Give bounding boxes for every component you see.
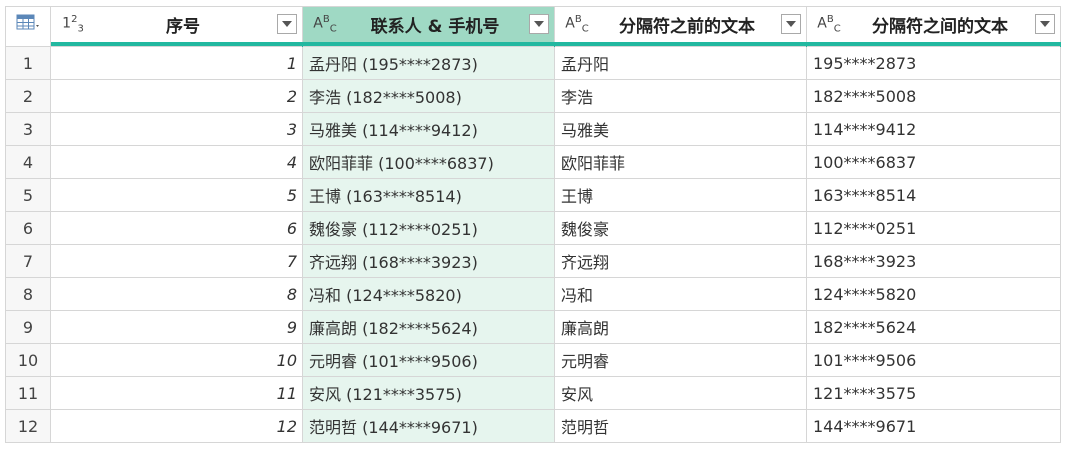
cell-contact[interactable]: 孟丹阳 (195****2873): [302, 46, 555, 80]
cell-between[interactable]: 112****0251: [806, 211, 1061, 245]
cell-between[interactable]: 121****3575: [806, 376, 1061, 410]
table-row[interactable]: 2 2 李浩 (182****5008) 李浩 182****5008: [5, 79, 1061, 113]
number-type-icon[interactable]: 123: [57, 14, 89, 34]
row-number[interactable]: 2: [5, 79, 51, 113]
cell-contact[interactable]: 王博 (163****8514): [302, 178, 555, 212]
cell-seq[interactable]: 5: [50, 178, 303, 212]
filter-dropdown-button[interactable]: [277, 14, 297, 35]
table-row[interactable]: 12 12 范明哲 (144****9671) 范明哲 144****9671: [5, 409, 1061, 443]
cell-contact[interactable]: 齐远翔 (168****3923): [302, 244, 555, 278]
cell-contact[interactable]: 冯和 (124****5820): [302, 277, 555, 311]
row-number[interactable]: 4: [5, 145, 51, 179]
cell-seq[interactable]: 7: [50, 244, 303, 278]
cell-between[interactable]: 168****3923: [806, 244, 1061, 278]
cell-between[interactable]: 100****6837: [806, 145, 1061, 179]
cell-between[interactable]: 182****5008: [806, 79, 1061, 113]
cell-before[interactable]: 孟丹阳: [554, 46, 807, 80]
cell-before[interactable]: 元明睿: [554, 343, 807, 377]
cell-seq[interactable]: 1: [50, 46, 303, 80]
row-number[interactable]: 9: [5, 310, 51, 344]
cell-before[interactable]: 齐远翔: [554, 244, 807, 278]
row-number[interactable]: 5: [5, 178, 51, 212]
cell-between[interactable]: 101****9506: [806, 343, 1061, 377]
cell-seq[interactable]: 3: [50, 112, 303, 146]
cell-before[interactable]: 马雅美: [554, 112, 807, 146]
table-row[interactable]: 11 11 安风 (121****3575) 安风 121****3575: [5, 376, 1061, 410]
cell-before[interactable]: 安风: [554, 376, 807, 410]
table-row[interactable]: 6 6 魏俊豪 (112****0251) 魏俊豪 112****0251: [5, 211, 1061, 245]
cell-between[interactable]: 124****5820: [806, 277, 1061, 311]
cell-contact[interactable]: 李浩 (182****5008): [302, 79, 555, 113]
cell-contact[interactable]: 廉高朗 (182****5624): [302, 310, 555, 344]
column-header-label: 分隔符之前的文本: [619, 16, 755, 37]
cell-before[interactable]: 欧阳菲菲: [554, 145, 807, 179]
cell-between[interactable]: 114****9412: [806, 112, 1061, 146]
table-menu-button[interactable]: [5, 6, 51, 42]
table-row[interactable]: 10 10 元明睿 (101****9506) 元明睿 101****9506: [5, 343, 1061, 377]
table-row[interactable]: 9 9 廉高朗 (182****5624) 廉高朗 182****5624: [5, 310, 1061, 344]
table-row[interactable]: 4 4 欧阳菲菲 (100****6837) 欧阳菲菲 100****6837: [5, 145, 1061, 179]
filter-dropdown-button[interactable]: [529, 14, 549, 35]
column-header-label: 分隔符之间的文本: [872, 16, 1008, 37]
cell-contact[interactable]: 范明哲 (144****9671): [302, 409, 555, 443]
cell-before[interactable]: 廉高朗: [554, 310, 807, 344]
row-number[interactable]: 3: [5, 112, 51, 146]
row-number[interactable]: 10: [5, 343, 51, 377]
table-row[interactable]: 3 3 马雅美 (114****9412) 马雅美 114****9412: [5, 112, 1061, 146]
table-row[interactable]: 7 7 齐远翔 (168****3923) 齐远翔 168****3923: [5, 244, 1061, 278]
cell-contact[interactable]: 元明睿 (101****9506): [302, 343, 555, 377]
cell-contact[interactable]: 安风 (121****3575): [302, 376, 555, 410]
table-row[interactable]: 8 8 冯和 (124****5820) 冯和 124****5820: [5, 277, 1061, 311]
filter-dropdown-button[interactable]: [1035, 14, 1055, 35]
cell-before[interactable]: 魏俊豪: [554, 211, 807, 245]
cell-before[interactable]: 王博: [554, 178, 807, 212]
cell-seq[interactable]: 4: [50, 145, 303, 179]
cell-seq[interactable]: 2: [50, 79, 303, 113]
cell-between[interactable]: 144****9671: [806, 409, 1061, 443]
column-header-seq[interactable]: 123 序号: [50, 6, 303, 42]
row-number[interactable]: 1: [5, 46, 51, 80]
cell-before[interactable]: 范明哲: [554, 409, 807, 443]
cell-before[interactable]: 李浩: [554, 79, 807, 113]
cell-seq[interactable]: 9: [50, 310, 303, 344]
text-type-icon[interactable]: ABC: [309, 14, 341, 34]
text-type-icon[interactable]: ABC: [561, 14, 593, 34]
row-number[interactable]: 12: [5, 409, 51, 443]
column-header-contact[interactable]: ABC 联系人 & 手机号: [302, 6, 555, 42]
cell-between[interactable]: 182****5624: [806, 310, 1061, 344]
cell-between[interactable]: 195****2873: [806, 46, 1061, 80]
cell-contact[interactable]: 欧阳菲菲 (100****6837): [302, 145, 555, 179]
cell-between[interactable]: 163****8514: [806, 178, 1061, 212]
column-header-label: 联系人 & 手机号: [370, 16, 500, 37]
table-row[interactable]: 5 5 王博 (163****8514) 王博 163****8514: [5, 178, 1061, 212]
cell-seq[interactable]: 10: [50, 343, 303, 377]
cell-contact[interactable]: 魏俊豪 (112****0251): [302, 211, 555, 245]
row-number[interactable]: 11: [5, 376, 51, 410]
filter-dropdown-button[interactable]: [781, 14, 801, 35]
column-header-before[interactable]: ABC 分隔符之前的文本: [554, 6, 807, 42]
column-header-label: 序号: [166, 16, 200, 37]
header-row: 123 序号 ABC 联系人 & 手机号 ABC 分隔符之前的文本 ABC 分隔…: [5, 6, 1061, 42]
row-number[interactable]: 6: [5, 211, 51, 245]
cell-seq[interactable]: 6: [50, 211, 303, 245]
cell-seq[interactable]: 8: [50, 277, 303, 311]
cell-contact[interactable]: 马雅美 (114****9412): [302, 112, 555, 146]
cell-before[interactable]: 冯和: [554, 277, 807, 311]
row-number[interactable]: 8: [5, 277, 51, 311]
text-type-icon[interactable]: ABC: [813, 14, 845, 34]
table-icon: [16, 14, 40, 34]
cell-seq[interactable]: 11: [50, 376, 303, 410]
column-header-between[interactable]: ABC 分隔符之间的文本: [806, 6, 1061, 42]
data-grid: 123 序号 ABC 联系人 & 手机号 ABC 分隔符之前的文本 ABC 分隔…: [5, 6, 1061, 443]
table-row[interactable]: 1 1 孟丹阳 (195****2873) 孟丹阳 195****2873: [5, 46, 1061, 80]
row-number[interactable]: 7: [5, 244, 51, 278]
cell-seq[interactable]: 12: [50, 409, 303, 443]
